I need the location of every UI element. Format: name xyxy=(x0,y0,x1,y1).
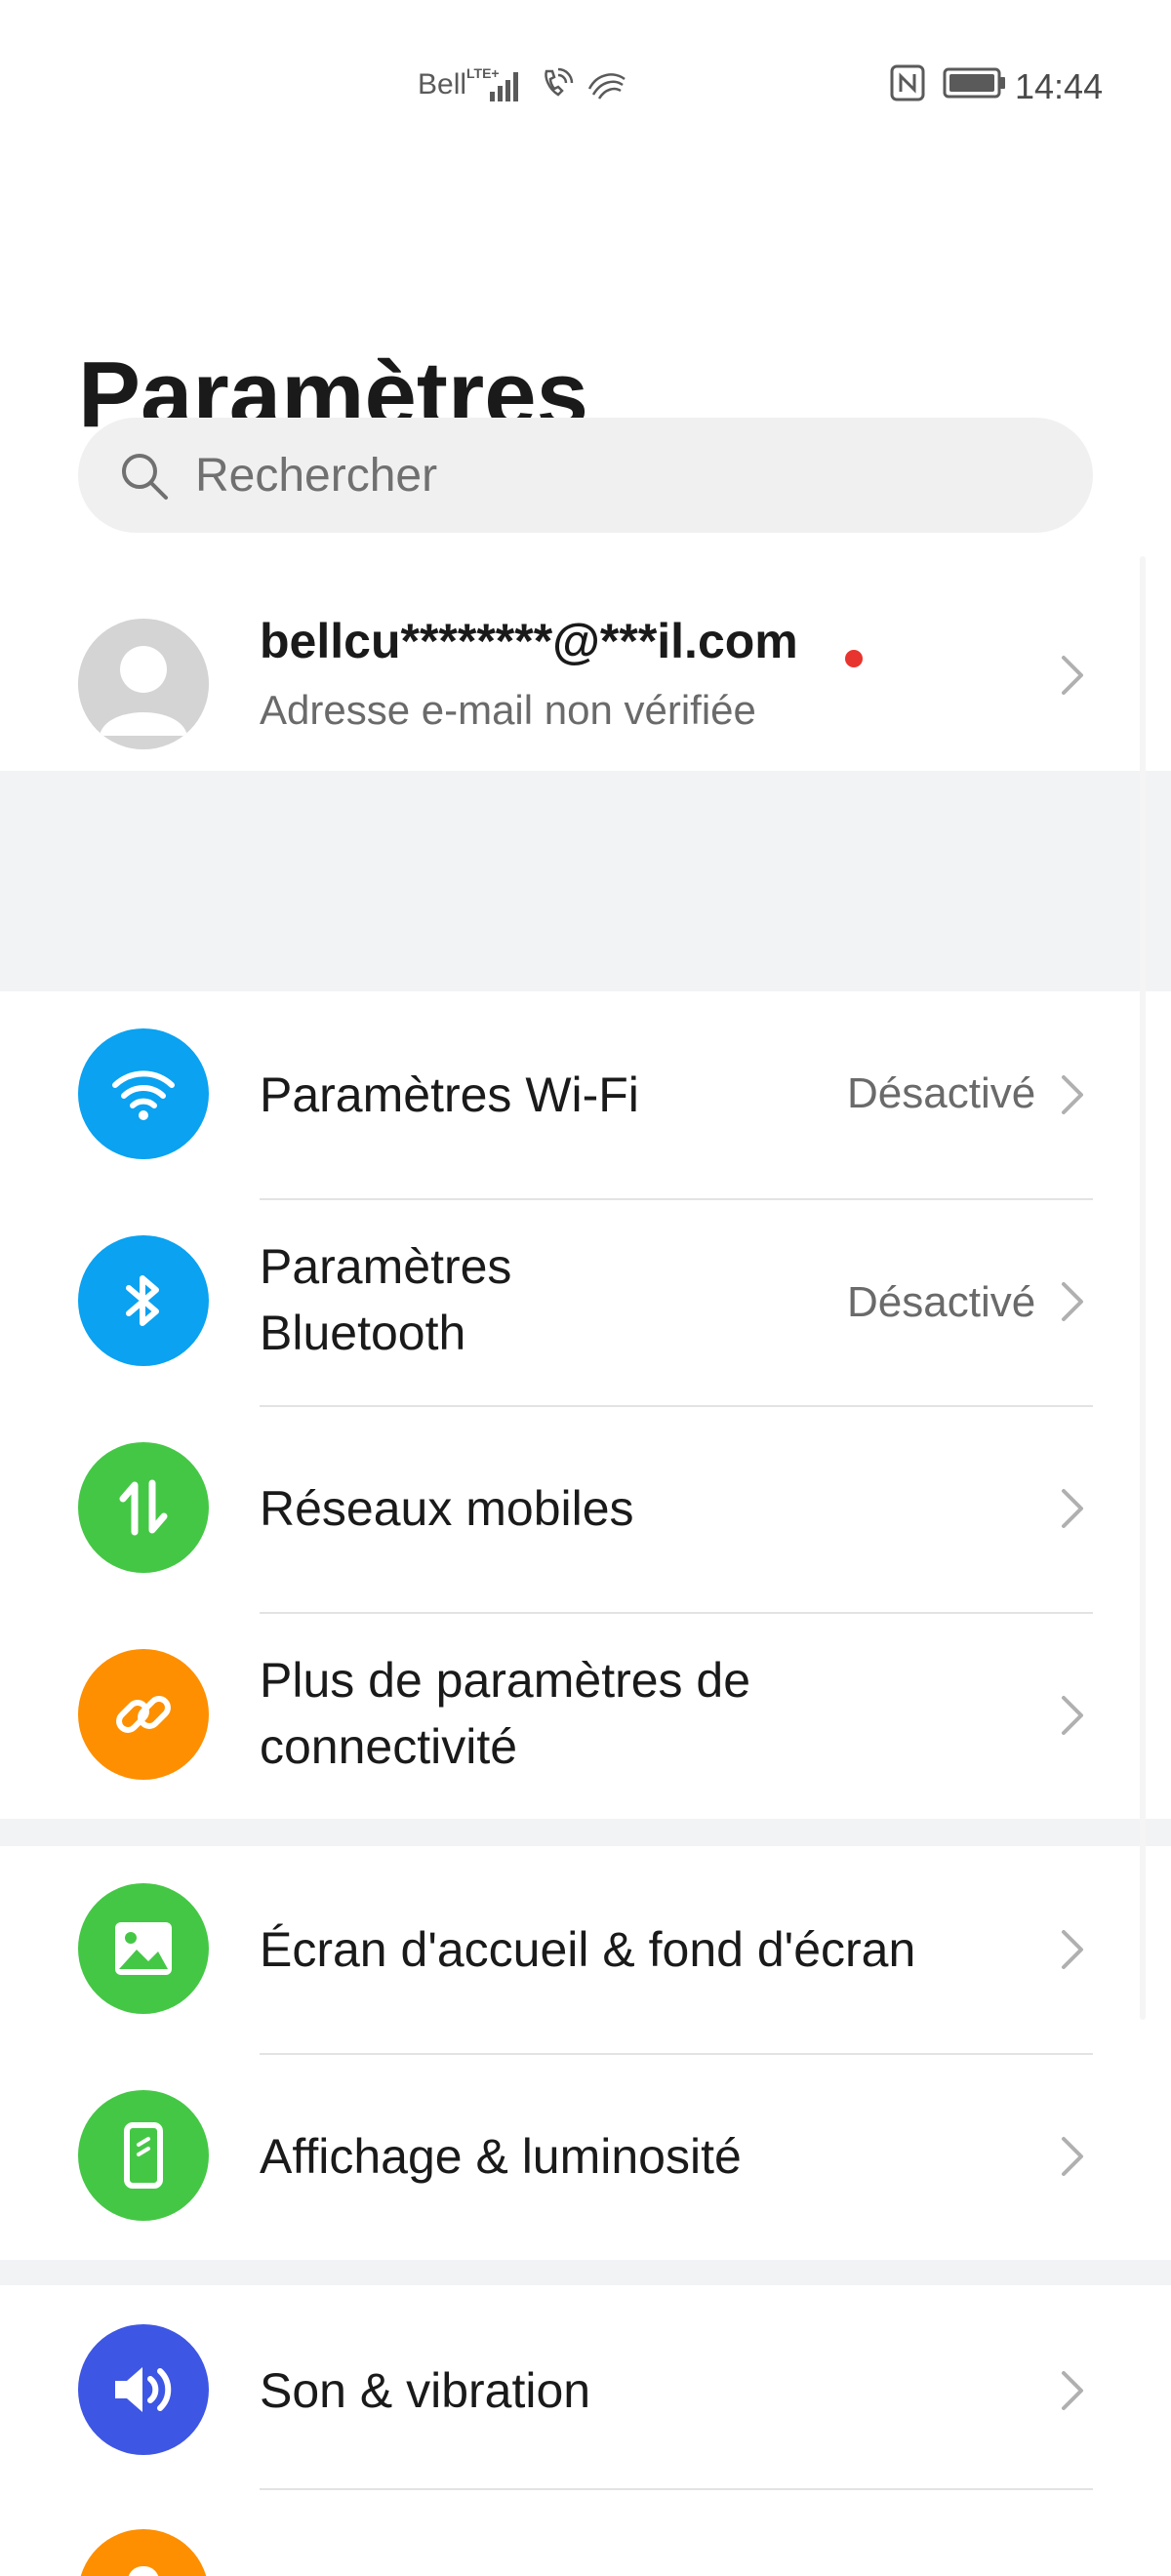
chevron-right-icon xyxy=(1060,1073,1085,1116)
chevron-right-icon xyxy=(1060,1280,1085,1323)
group-display: Écran d'accueil & fond d'écran Affichage… xyxy=(0,1846,1171,2260)
search-icon xyxy=(119,451,170,502)
wifi-calling-icon xyxy=(541,67,574,105)
chevron-right-icon xyxy=(1060,1694,1085,1737)
group-connectivity: Paramètres Wi-Fi Désactivé Paramètres Bl… xyxy=(0,991,1171,1819)
row-label-display-brightness: Affichage & luminosité xyxy=(260,2129,742,2184)
wifi-status: Désactivé xyxy=(847,1069,1036,1117)
notification-icon xyxy=(78,2529,209,2576)
wallpaper-icon xyxy=(78,1883,209,2014)
status-bar: Bell LTE+ 14:44 xyxy=(0,0,1171,166)
mobile-data-icon xyxy=(78,1442,209,1573)
chevron-right-icon xyxy=(1060,2135,1085,2178)
wifi-icon xyxy=(78,1028,209,1159)
row-label-bluetooth-line1: Paramètres xyxy=(260,1239,512,1294)
carrier-label: Bell xyxy=(418,68,467,101)
chevron-right-icon xyxy=(1060,654,1085,697)
bluetooth-icon xyxy=(78,1235,209,1366)
row-display-brightness[interactable]: Affichage & luminosité xyxy=(0,2053,1171,2260)
bluetooth-status: Désactivé xyxy=(847,1278,1036,1326)
network-label: LTE+ xyxy=(466,65,500,81)
search-bar[interactable] xyxy=(78,418,1093,533)
nfc-icon xyxy=(890,64,925,106)
signal-icon: LTE+ xyxy=(466,64,527,108)
unverified-dot xyxy=(845,650,863,667)
chevron-right-icon xyxy=(1060,1487,1085,1530)
battery-icon xyxy=(943,66,1007,104)
row-label-mobile-networks: Réseaux mobiles xyxy=(260,1481,634,1536)
row-label-sound-vibration: Son & vibration xyxy=(260,2363,591,2418)
settings-screen: Bell LTE+ 14:44 Paramètres Rechercher be… xyxy=(0,0,1171,2576)
row-wifi[interactable]: Paramètres Wi-Fi Désactivé xyxy=(0,991,1171,1198)
row-label-bluetooth-line2: Bluetooth xyxy=(260,1306,466,1360)
group-sound: Son & vibration xyxy=(0,2285,1171,2576)
row-bluetooth[interactable]: Paramètres Bluetooth Désactivé xyxy=(0,1198,1171,1405)
account-row[interactable]: bellcu********@***il.com Adresse e-mail … xyxy=(0,585,1171,771)
chevron-right-icon xyxy=(1060,1928,1085,1971)
row-label-more-connectivity-line1: Plus de paramètres de xyxy=(260,1653,751,1708)
row-home-screen[interactable]: Écran d'accueil & fond d'écran xyxy=(0,1846,1171,2053)
scrollbar[interactable] xyxy=(1140,556,1146,2020)
display-icon xyxy=(78,2090,209,2221)
row-sound-vibration[interactable]: Son & vibration xyxy=(0,2285,1171,2492)
search-input[interactable] xyxy=(195,418,1054,533)
row-more-connectivity[interactable]: Plus de paramètres de connectivité xyxy=(0,1612,1171,1819)
row-label-wifi: Paramètres Wi-Fi xyxy=(260,1067,639,1122)
account-status: Adresse e-mail non vérifiée xyxy=(260,687,756,733)
row-notifications-partial[interactable] xyxy=(0,2488,1171,2576)
account-email: bellcu********@***il.com xyxy=(260,614,798,668)
sound-icon xyxy=(78,2324,209,2455)
row-label-more-connectivity-line2: connectivité xyxy=(260,1719,518,1774)
row-label-home-screen: Écran d'accueil & fond d'écran xyxy=(260,1922,916,1977)
avatar xyxy=(78,619,209,749)
chevron-right-icon xyxy=(1060,2369,1085,2412)
row-mobile-networks[interactable]: Réseaux mobiles xyxy=(0,1405,1171,1612)
clock: 14:44 xyxy=(1015,66,1104,106)
link-icon xyxy=(78,1649,209,1780)
swype-icon xyxy=(587,67,626,105)
